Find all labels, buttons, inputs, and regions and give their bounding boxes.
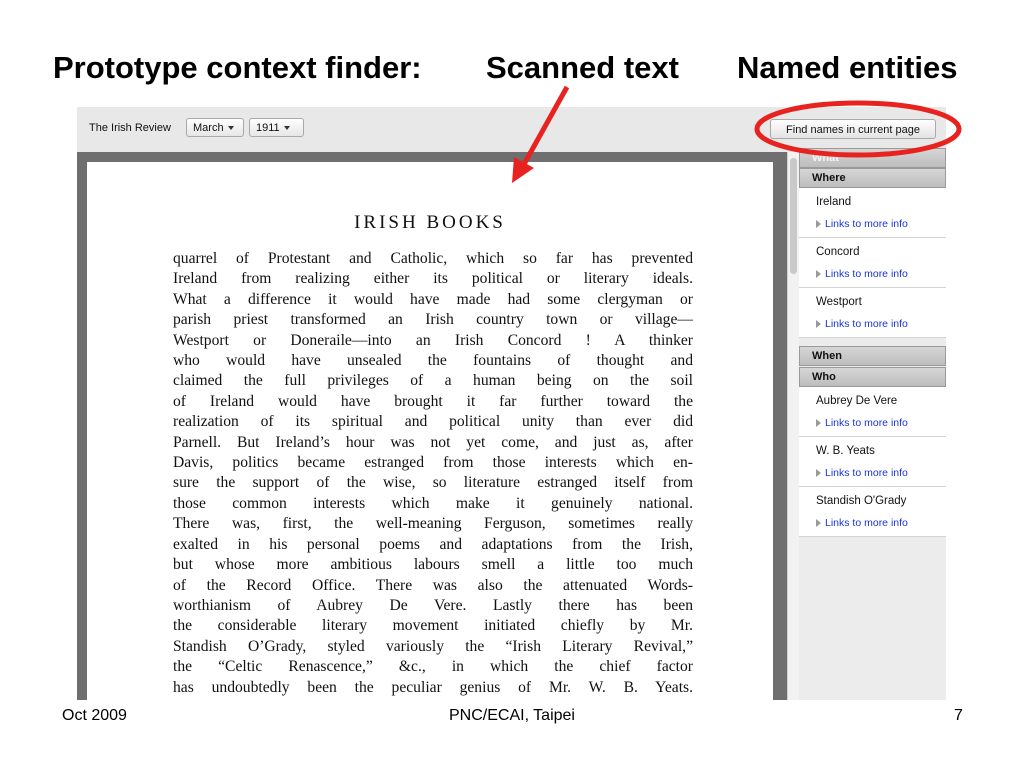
slide-number: 7 [954,707,963,724]
link-label: Links to more info [825,467,908,479]
more-info-link[interactable]: Links to more info [816,517,908,529]
year-dropdown[interactable]: 1911 [249,118,304,137]
text-line: the considerable literary movement initi… [173,617,693,635]
more-info-link[interactable]: Links to more info [816,218,908,230]
triangle-right-icon [816,220,821,229]
footer-venue: PNC/ECAI, Taipei [449,707,575,724]
text-line: What a difference it would have made had… [173,290,693,308]
text-line: of Ireland would have brought it far fur… [173,392,693,410]
text-line: Ireland from realizing either its politi… [173,270,693,288]
text-line: quarrel of Protestant and Catholic, whic… [173,250,693,267]
more-info-link[interactable]: Links to more info [816,467,908,479]
month-value: March [193,122,224,134]
find-names-button[interactable]: Find names in current page [770,119,936,139]
entity-where-ireland: Ireland Links to more info [799,188,946,238]
more-info-link[interactable]: Links to more info [816,417,908,429]
page-heading: IRISH BOOKS [354,212,506,233]
link-label: Links to more info [825,318,908,330]
text-line: who would have unsealed the fountains of… [173,352,693,370]
link-label: Links to more info [825,218,908,230]
link-label: Links to more info [825,417,908,429]
more-info-link[interactable]: Links to more info [816,318,908,330]
entity-where-concord: Concord Links to more info [799,238,946,288]
scrollbar-thumb[interactable] [790,158,797,274]
entity-name: Aubrey De Vere [816,395,898,407]
toolbar: The Irish Review March 1911 Find names i… [77,107,946,153]
triangle-right-icon [816,469,821,478]
scanned-page: IRISH BOOKS quarrel of Protestant and Ca… [87,162,773,700]
year-value: 1911 [256,122,280,134]
document-viewer: IRISH BOOKS quarrel of Protestant and Ca… [77,152,787,700]
month-dropdown[interactable]: March [186,118,244,137]
entity-sidebar: What Where Ireland Links to more info Co… [799,148,946,700]
text-line: of the Record Office. There was also the… [173,576,693,594]
entity-who-yeats: W. B. Yeats Links to more info [799,437,946,487]
text-line: those common interests which make it gen… [173,494,693,512]
entity-name: Westport [816,296,862,308]
text-line: exalted in his personal poems and adapta… [173,535,693,553]
triangle-right-icon [816,419,821,428]
when-header[interactable]: When [799,346,946,366]
title-scanned-text: Scanned text [486,50,679,85]
entity-name: Ireland [816,196,852,208]
what-header[interactable]: What [799,148,946,168]
slide-title: Prototype context finder: Scanned text N… [0,50,1024,90]
triangle-right-icon [816,519,821,528]
triangle-right-icon [816,320,821,329]
text-line: Parnell. But Ireland’s hour was not yet … [173,433,693,451]
text-line: the “Celtic Renascence,” &c., in which t… [173,658,693,676]
entity-who-aubrey-de-vere: Aubrey De Vere Links to more info [799,387,946,437]
entity-name: W. B. Yeats [816,445,875,457]
entity-who-ogrady: Standish O'Grady Links to more info [799,487,946,537]
text-line: worthianism of Aubrey De Vere. Lastly th… [173,596,693,614]
entity-name: Concord [816,246,860,258]
text-line: realization of its spiritual and politic… [173,413,693,431]
text-line: claimed the full privileges of a human b… [173,372,693,390]
title-named-entities: Named entities [737,50,958,85]
triangle-right-icon [816,270,821,279]
link-label: Links to more info [825,268,908,280]
chevron-down-icon [227,126,234,131]
link-label: Links to more info [825,517,908,529]
publication-title: The Irish Review [89,122,171,134]
page-text: quarrel of Protestant and Catholic, whic… [173,249,693,698]
where-header[interactable]: Where [799,168,946,188]
entity-name: Standish O'Grady [816,495,907,507]
text-line: Standish O’Grady, styled variously the “… [173,637,693,655]
context-finder-app: The Irish Review March 1911 Find names i… [77,107,946,700]
text-line: sure the support of the wise, so literat… [173,474,693,492]
chevron-down-icon [283,126,290,131]
entity-where-westport: Westport Links to more info [799,288,946,338]
text-line: but whose more ambitious labours smell a… [173,556,693,574]
text-line: Westport or Doneraile—into an Irish Conc… [173,331,693,349]
text-line: Davis, politics became estranged from th… [173,454,693,472]
text-line: There was, first, the well-meaning Fergu… [173,515,693,533]
more-info-link[interactable]: Links to more info [816,268,908,280]
who-header[interactable]: Who [799,367,946,387]
title-prototype: Prototype context finder: [53,50,422,85]
text-line: has undoubtedly been the peculiar genius… [173,678,693,696]
text-line: parish priest transformed an Irish count… [173,311,693,329]
